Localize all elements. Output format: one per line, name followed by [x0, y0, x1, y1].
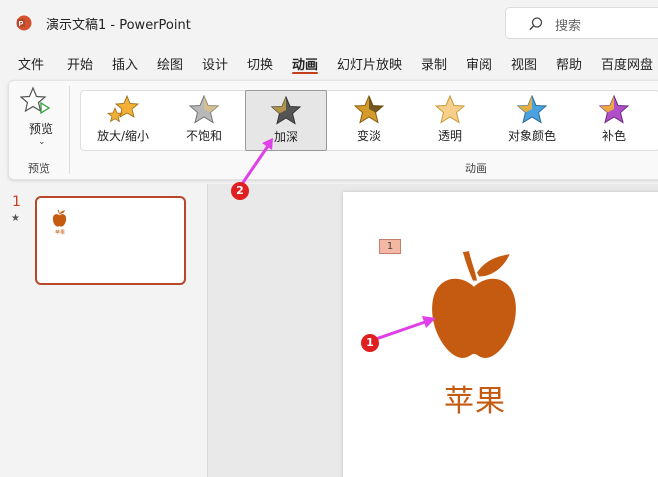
- arrow-to-apple: [372, 316, 436, 342]
- annotation-marker-1: 1: [361, 334, 379, 352]
- arrow-to-darken: [240, 138, 273, 185]
- annotation-arrows: [240, 138, 436, 342]
- annotation-marker-2: 2: [231, 182, 249, 200]
